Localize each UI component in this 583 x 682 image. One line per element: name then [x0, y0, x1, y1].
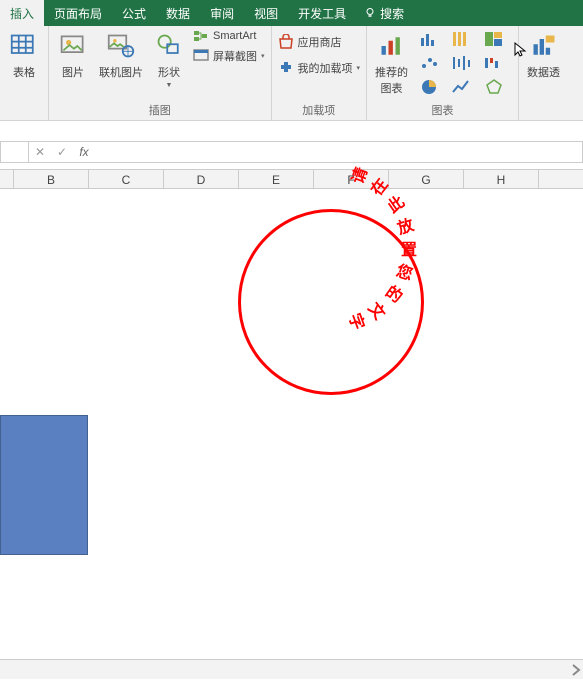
shapes-label: 形状: [158, 64, 180, 80]
smartart-button[interactable]: SmartArt: [193, 28, 265, 44]
chart-type-grid: [416, 28, 512, 98]
enter-button[interactable]: ✓: [51, 145, 73, 159]
screenshot-icon: [193, 48, 209, 64]
column-header[interactable]: C: [89, 170, 164, 188]
shapes-button[interactable]: 形状 ▼: [151, 28, 187, 91]
online-pictures-icon: [107, 32, 135, 60]
screenshot-button[interactable]: 屏幕截图 ▾: [193, 48, 265, 64]
store-button[interactable]: 应用商店: [278, 34, 361, 50]
group-addins-label: 加载项: [278, 100, 361, 120]
group-charts: 推荐的 图表 图表: [367, 26, 519, 120]
group-tables: 表格: [0, 26, 49, 120]
smartart-icon: [193, 28, 209, 44]
search-label: 搜索: [380, 5, 404, 22]
circle-shape-group[interactable]: 请在此放置您的文字: [238, 209, 424, 395]
group-illustrations-label: 插图: [55, 100, 265, 120]
recommended-charts-label: 推荐的 图表: [375, 64, 408, 96]
online-pictures-label: 联机图片: [99, 64, 143, 80]
chevron-down-icon: ▼: [166, 82, 173, 89]
group-pivot: 数据透: [519, 26, 568, 120]
tell-me-search[interactable]: 搜索: [356, 5, 412, 22]
ribbon-tabs: 插入 页面布局 公式 数据 审阅 视图 开发工具 搜索: [0, 0, 583, 26]
column-header[interactable]: D: [164, 170, 239, 188]
recommended-charts-icon: [378, 32, 406, 60]
worksheet-area[interactable]: 请在此放置您的文字: [0, 189, 583, 679]
group-charts-label: 图表: [373, 100, 512, 120]
tab-data[interactable]: 数据: [156, 0, 200, 26]
scatter-chart-button[interactable]: [416, 52, 444, 74]
chevron-right-icon: [569, 663, 583, 677]
tab-review[interactable]: 审阅: [200, 0, 244, 26]
tab-dev-tools[interactable]: 开发工具: [288, 0, 356, 26]
radar-chart-button[interactable]: [480, 76, 508, 98]
group-pivot-label: [525, 116, 562, 120]
table-button[interactable]: 表格: [6, 28, 42, 82]
table-icon: [10, 32, 38, 60]
waterfall-chart-button[interactable]: [480, 52, 508, 74]
bar-chart-button[interactable]: [416, 28, 444, 50]
store-label: 应用商店: [298, 34, 342, 50]
picture-icon: [59, 32, 87, 60]
name-box[interactable]: [1, 142, 29, 162]
ribbon: 表格 图片 联机图片 形状 ▼ SmartArt: [0, 26, 583, 121]
tab-page-layout[interactable]: 页面布局: [44, 0, 112, 26]
stock-chart-button[interactable]: [448, 52, 476, 74]
online-pictures-button[interactable]: 联机图片: [97, 28, 145, 82]
recommended-charts-button[interactable]: 推荐的 图表: [373, 28, 410, 98]
table-label: 表格: [13, 64, 35, 80]
my-addins-icon: [278, 60, 294, 76]
screenshot-label: 屏幕截图: [213, 48, 257, 64]
store-icon: [278, 34, 294, 50]
shapes-icon: [155, 32, 183, 60]
cancel-button[interactable]: ✕: [29, 145, 51, 159]
smartart-label: SmartArt: [213, 30, 256, 42]
line-chart-button[interactable]: [448, 76, 476, 98]
column-header[interactable]: H: [464, 170, 539, 188]
insert-function-button[interactable]: fx: [73, 145, 95, 159]
select-all-corner[interactable]: [0, 170, 14, 188]
formula-input[interactable]: [95, 142, 582, 162]
my-addins-label: 我的加载项: [298, 60, 353, 76]
pivot-chart-icon: [530, 32, 558, 60]
column-header[interactable]: B: [14, 170, 89, 188]
column-header[interactable]: E: [239, 170, 314, 188]
pictures-label: 图片: [62, 64, 84, 80]
tab-view[interactable]: 视图: [244, 0, 288, 26]
formula-bar: ✕ ✓ fx: [0, 141, 583, 163]
group-tables-label: [6, 116, 42, 120]
pivot-chart-button[interactable]: 数据透: [525, 28, 562, 82]
chevron-down-icon: ▾: [357, 64, 361, 72]
my-addins-button[interactable]: 我的加载项 ▾: [278, 60, 361, 76]
pie-chart-button[interactable]: [416, 76, 444, 98]
column-header[interactable]: G: [389, 170, 464, 188]
lightbulb-icon: [364, 7, 376, 19]
hierarchy-chart-button[interactable]: [480, 28, 508, 50]
column-headers: B C D E F G H: [0, 169, 583, 189]
scroll-right-button[interactable]: [569, 663, 583, 677]
pivot-label: 数据透: [527, 64, 560, 80]
rectangle-shape[interactable]: [0, 415, 88, 555]
tab-insert[interactable]: 插入: [0, 0, 44, 26]
group-illustrations: 图片 联机图片 形状 ▼ SmartArt 屏幕截图 ▾: [49, 26, 272, 120]
group-addins: 应用商店 我的加载项 ▾ 加载项: [272, 26, 368, 120]
chevron-down-icon: ▾: [261, 52, 265, 60]
column-chart-button[interactable]: [448, 28, 476, 50]
sheet-tab-bar: [0, 659, 583, 679]
tab-formulas[interactable]: 公式: [112, 0, 156, 26]
pictures-button[interactable]: 图片: [55, 28, 91, 82]
